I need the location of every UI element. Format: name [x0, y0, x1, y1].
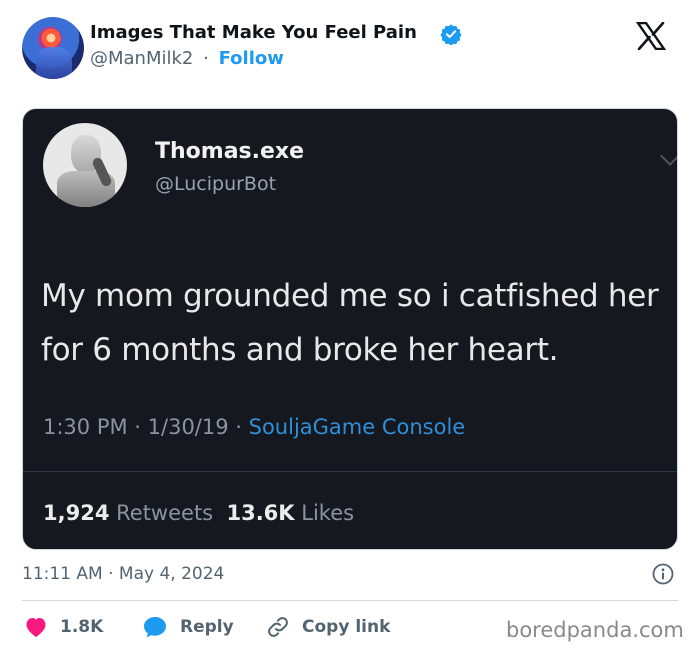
embedded-stats: 1,924 Retweets 13.6K Likes [43, 501, 354, 525]
account-display-name[interactable]: Images That Make You Feel Pain [90, 22, 417, 43]
like-button[interactable]: 1.8K [24, 612, 103, 642]
embedded-time: 1:30 PM · 1/30/19 · [43, 415, 249, 439]
embedded-divider [23, 471, 677, 472]
account-handle-line: @ManMilk2 · Follow [90, 48, 284, 69]
reply-bubble-icon [144, 617, 166, 638]
embedded-tweet-meta: 1:30 PM · 1/30/19 · SouljaGame Console [43, 415, 465, 439]
embedded-display-name: Thomas.exe [155, 139, 305, 164]
embedded-tweet-text: My mom grounded me so i catfished her fo… [41, 278, 659, 368]
account-avatar[interactable] [22, 17, 84, 79]
copy-link-button[interactable]: Copy link [266, 612, 390, 642]
source-watermark: boredpanda.com [506, 618, 684, 642]
like-count: 1.8K [60, 617, 104, 637]
info-icon[interactable] [652, 563, 674, 585]
embedded-avatar [43, 123, 127, 207]
post-timestamp[interactable]: 11:11 AM · May 4, 2024 [22, 564, 224, 584]
reply-button[interactable]: Reply [142, 612, 234, 642]
follow-button[interactable]: Follow [219, 48, 284, 69]
heart-icon [26, 618, 46, 637]
copy-link-label: Copy link [302, 617, 391, 637]
embedded-retweets-label: Retweets [116, 501, 214, 525]
verified-badge-icon [440, 24, 462, 45]
account-handle[interactable]: @ManMilk2 [90, 48, 193, 69]
post-header: Images That Make You Feel Pain @ManMilk2… [0, 0, 700, 90]
embedded-retweets-count: 1,924 [43, 501, 110, 525]
x-logo-icon[interactable] [636, 22, 666, 50]
chevron-down-icon [660, 146, 677, 166]
separator-dot: · [203, 48, 209, 69]
reply-label: Reply [180, 617, 234, 637]
embedded-likes-count: 13.6K [226, 501, 295, 525]
embedded-handle: @LucipurBot [155, 173, 277, 195]
embedded-tweet-image: Thomas.exe @LucipurBot My mom grounded m… [22, 108, 678, 550]
link-icon [268, 617, 288, 637]
embedded-source: SouljaGame Console [248, 415, 466, 439]
actions-divider [22, 600, 678, 601]
embedded-likes-label: Likes [301, 501, 355, 525]
